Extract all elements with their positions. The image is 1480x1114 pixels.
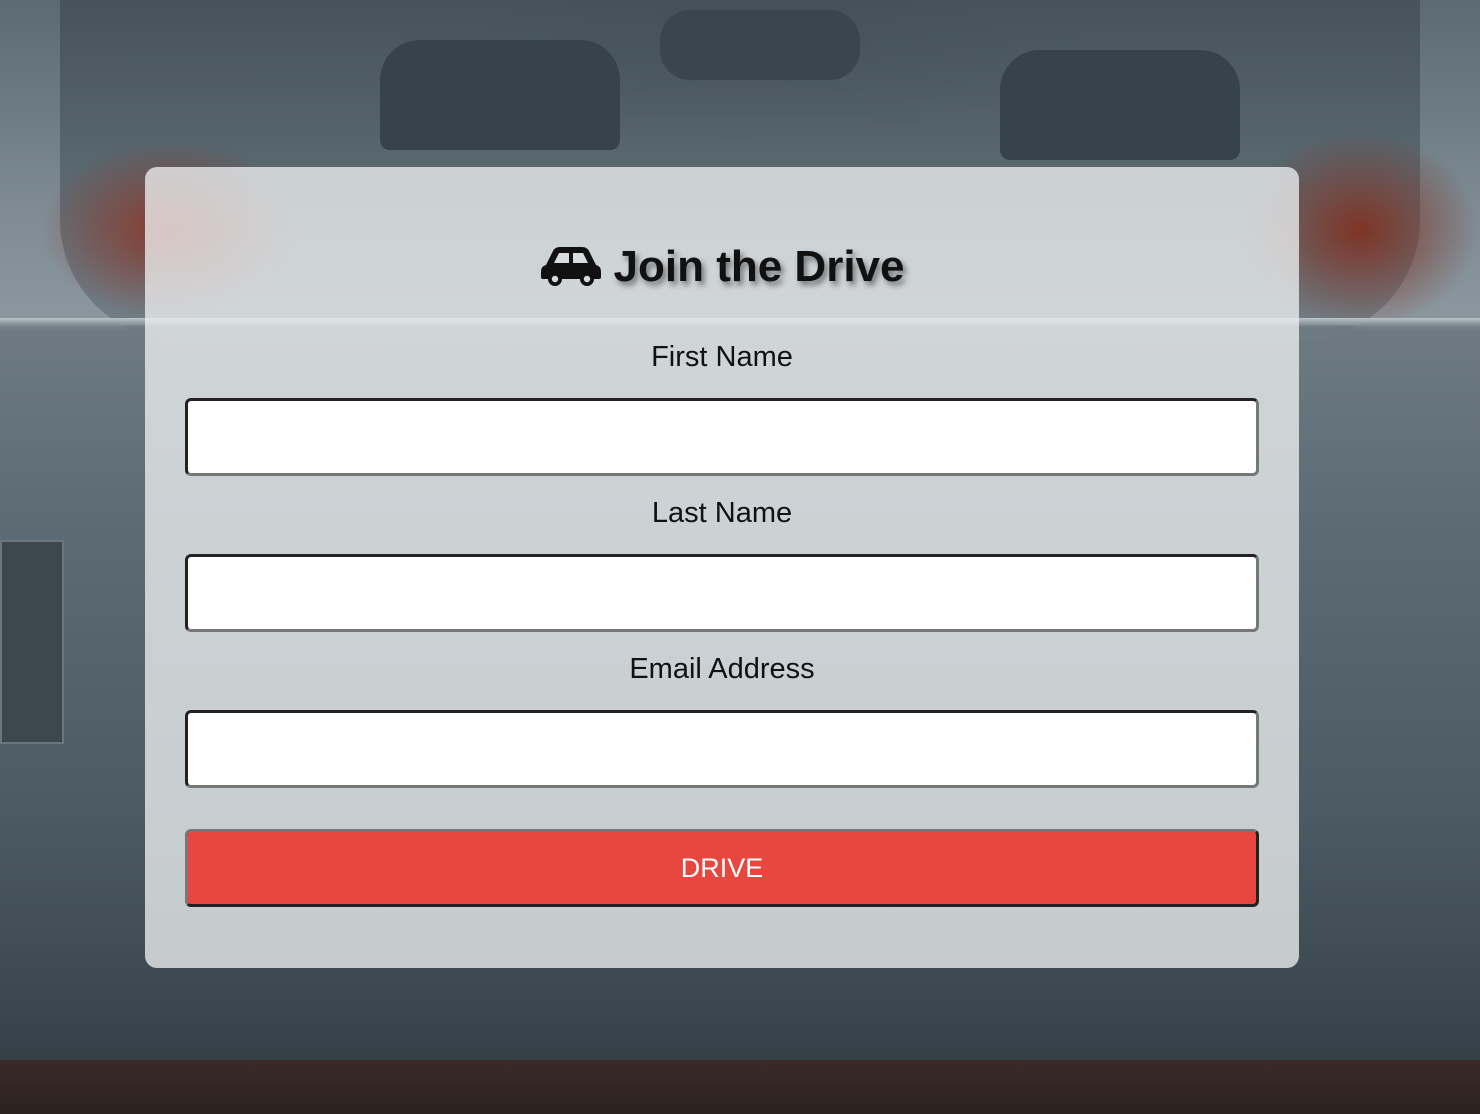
- drive-submit-button[interactable]: DRIVE: [185, 829, 1259, 907]
- email-label: Email Address: [629, 653, 815, 685]
- first-name-input[interactable]: [185, 398, 1259, 476]
- signup-card: Join the Drive First Name Last Name Emai…: [145, 167, 1299, 968]
- headrest: [660, 10, 860, 80]
- last-name-input[interactable]: [185, 554, 1259, 632]
- seat-left: [380, 40, 620, 150]
- form-title: Join the Drive: [145, 242, 1299, 292]
- seat-right: [1000, 50, 1240, 160]
- rear-bumper: [0, 1060, 1480, 1114]
- tail-light-left: [0, 540, 64, 744]
- email-input[interactable]: [185, 710, 1259, 788]
- car-icon: [540, 247, 601, 286]
- form-title-text: Join the Drive: [613, 242, 905, 291]
- first-name-label: First Name: [651, 341, 793, 373]
- last-name-label: Last Name: [651, 497, 793, 529]
